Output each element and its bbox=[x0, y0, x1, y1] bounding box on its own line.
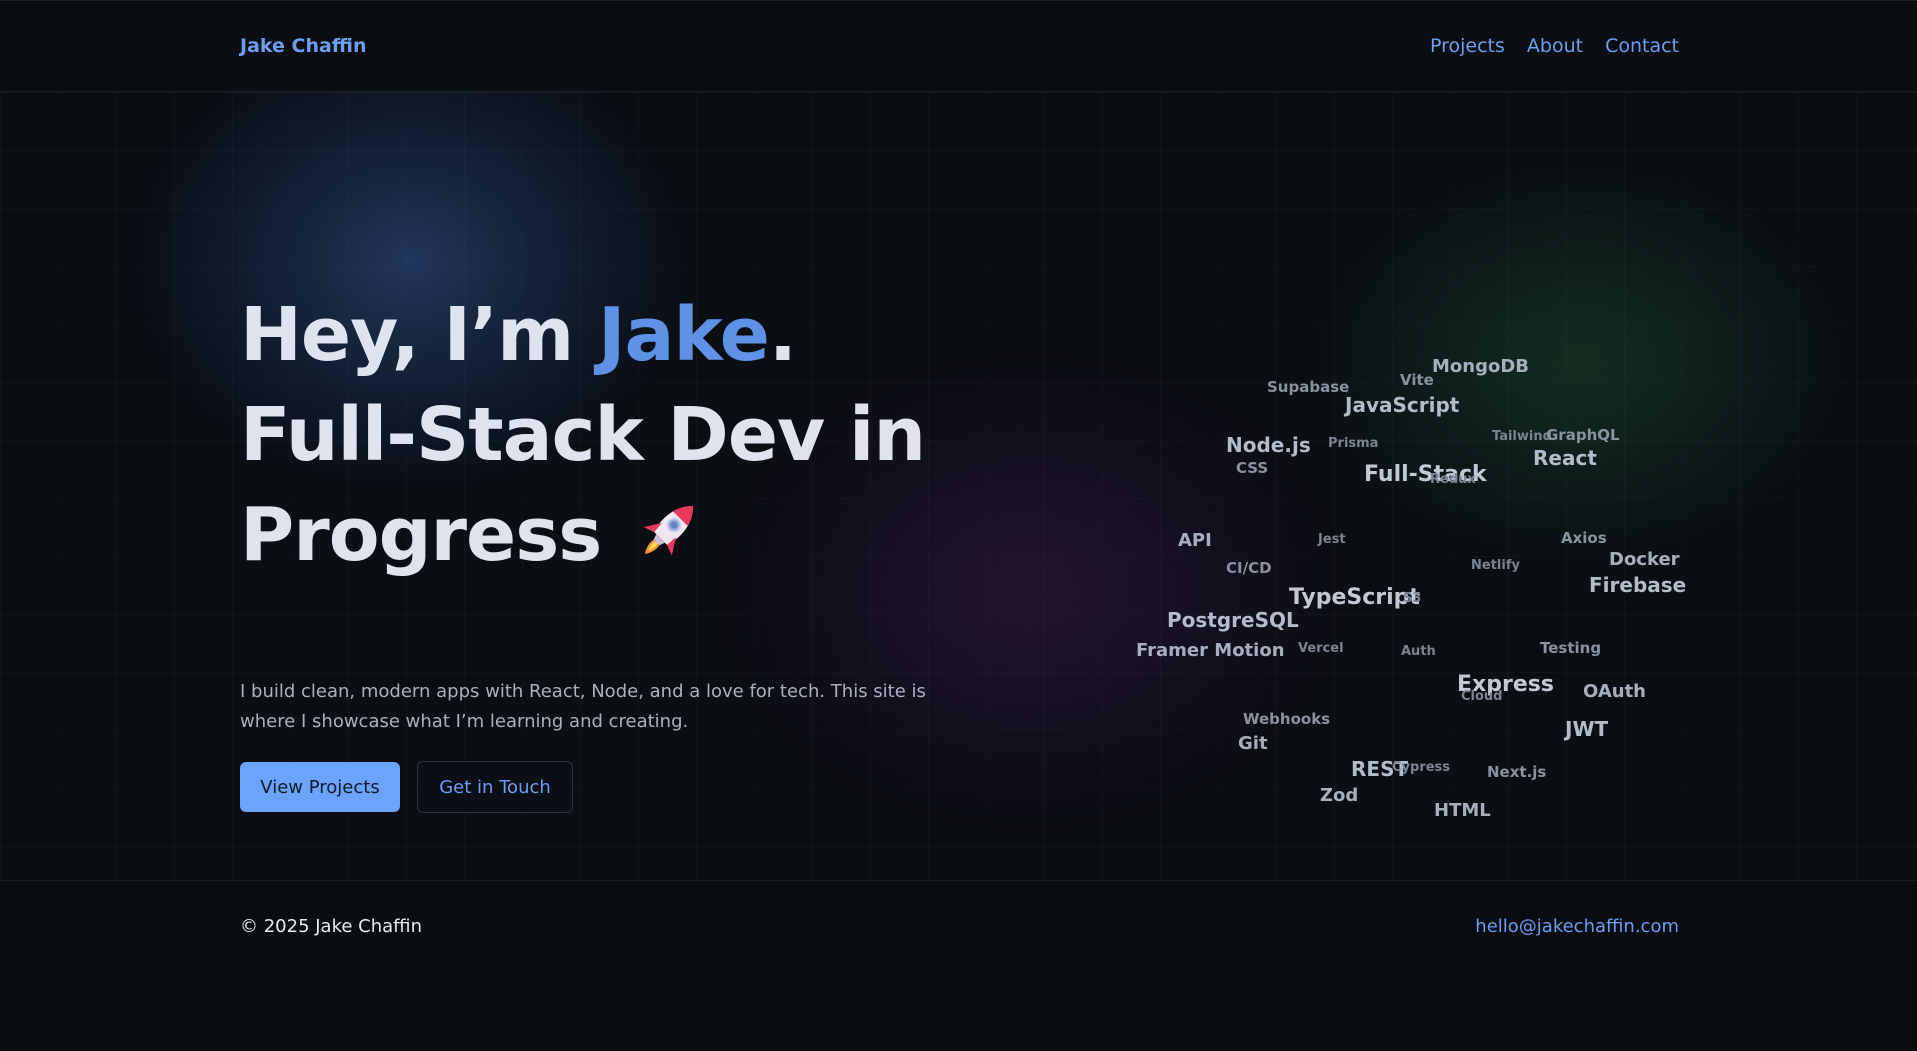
portfolio-page: Jake Chaffin Projects About Contact Mong… bbox=[0, 0, 1917, 1051]
tag-redux: Redux bbox=[1430, 472, 1476, 487]
site-footer: © 2025 Jake Chaffin hello@jakechaffin.co… bbox=[0, 880, 1917, 1051]
tech-tag-cloud: MongoDB Vite Supabase JavaScript Tailwin… bbox=[1136, 342, 1700, 842]
headline-line-2: Full-Stack Dev in bbox=[240, 392, 926, 478]
tag-zod: Zod bbox=[1320, 785, 1359, 806]
tag-html: HTML bbox=[1434, 800, 1491, 821]
tag-react: React bbox=[1533, 446, 1597, 470]
tag-vite: Vite bbox=[1400, 371, 1434, 389]
headline-greeting: Hey, I’m bbox=[240, 292, 599, 378]
tag-netlify: Netlify bbox=[1471, 558, 1520, 573]
tag-ci-cd: CI/CD bbox=[1226, 559, 1272, 577]
headline-period: . bbox=[768, 292, 797, 378]
tag-jest: Jest bbox=[1318, 532, 1346, 547]
nav-link-about[interactable]: About bbox=[1527, 35, 1583, 57]
tag-typescript: TypeScript bbox=[1289, 585, 1420, 610]
tag-s3: S3 bbox=[1403, 591, 1422, 606]
headline-name: Jake bbox=[598, 292, 770, 378]
hero-headline: Hey, I’m Jake. Full-Stack Dev in Progres… bbox=[240, 285, 926, 585]
tag-oauth: OAuth bbox=[1583, 681, 1646, 702]
tag-css: CSS bbox=[1236, 459, 1269, 477]
tag-cypress: Cypress bbox=[1392, 760, 1451, 775]
tag-auth: Auth bbox=[1401, 644, 1436, 659]
site-header: Jake Chaffin Projects About Contact bbox=[0, 1, 1917, 92]
tag-nodejs: Node.js bbox=[1226, 433, 1311, 457]
get-in-touch-button[interactable]: Get in Touch bbox=[417, 761, 573, 813]
tag-postgresql: PostgreSQL bbox=[1167, 608, 1299, 632]
tag-graphql: GraphQL bbox=[1546, 426, 1620, 444]
tag-axios: Axios bbox=[1561, 529, 1607, 547]
tag-mongodb: MongoDB bbox=[1432, 356, 1530, 377]
tag-tailwind: Tailwind bbox=[1492, 429, 1552, 444]
view-projects-button[interactable]: View Projects bbox=[240, 762, 400, 812]
nav-link-contact[interactable]: Contact bbox=[1605, 35, 1679, 57]
tag-framer-motion: Framer Motion bbox=[1136, 640, 1285, 661]
tag-prisma: Prisma bbox=[1328, 436, 1379, 451]
hero-section: MongoDB Vite Supabase JavaScript Tailwin… bbox=[0, 92, 1917, 880]
rocket-icon bbox=[643, 505, 694, 556]
main-nav: Projects About Contact bbox=[1430, 35, 1679, 57]
headline-line-3: Progress bbox=[240, 492, 602, 578]
tag-testing: Testing bbox=[1540, 639, 1602, 657]
tag-supabase: Supabase bbox=[1267, 378, 1350, 396]
footer-email-link[interactable]: hello@jakechaffin.com bbox=[1475, 916, 1679, 937]
tag-firebase: Firebase bbox=[1589, 573, 1687, 597]
tag-vercel: Vercel bbox=[1298, 641, 1344, 656]
tag-javascript: JavaScript bbox=[1345, 393, 1460, 417]
tag-git: Git bbox=[1238, 733, 1268, 754]
tag-api: API bbox=[1178, 530, 1212, 551]
brand-logo-link[interactable]: Jake Chaffin bbox=[240, 35, 367, 57]
tag-cloud: Cloud bbox=[1461, 689, 1503, 704]
tag-docker: Docker bbox=[1609, 549, 1680, 570]
tag-webhooks: Webhooks bbox=[1243, 710, 1331, 728]
nav-link-projects[interactable]: Projects bbox=[1430, 35, 1505, 57]
hero-intro-text: I build clean, modern apps with React, N… bbox=[240, 681, 926, 732]
tag-jwt: JWT bbox=[1565, 717, 1609, 741]
footer-copyright: © 2025 Jake Chaffin bbox=[240, 916, 422, 937]
tag-nextjs: Next.js bbox=[1487, 763, 1547, 781]
